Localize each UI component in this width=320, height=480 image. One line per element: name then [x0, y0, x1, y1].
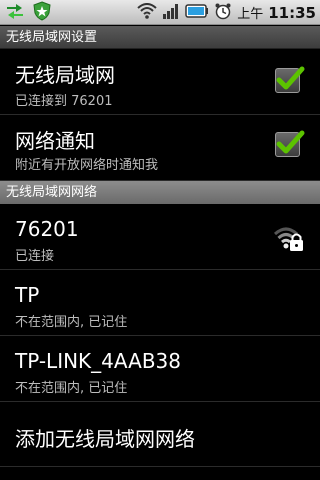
network-notification-summary: 附近有开放网络时通知我 — [15, 158, 159, 173]
network-ssid: TP — [15, 283, 40, 307]
wifi-toggle-title: 无线局域网 — [15, 63, 115, 87]
usb-debug-icon — [4, 1, 26, 25]
network-ssid: 76201 — [15, 217, 79, 241]
status-bar: 上午 11:35 — [0, 0, 320, 25]
notification-checkbox[interactable] — [275, 130, 305, 157]
add-network-button[interactable]: 添加无线局域网网络 — [0, 403, 320, 467]
wifi-checkbox[interactable] — [275, 66, 305, 93]
wifi-secured-icon — [272, 222, 306, 260]
shield-icon — [32, 0, 52, 25]
status-time: 11:35 — [268, 3, 316, 22]
status-ampm: 上午 — [237, 7, 264, 22]
cell-signal-icon — [162, 3, 180, 23]
check-icon — [276, 130, 305, 154]
network-ssid: TP-LINK_4AAB38 — [15, 349, 181, 373]
network-notification-title: 网络通知 — [15, 129, 95, 153]
add-network-label: 添加无线局域网网络 — [15, 427, 195, 451]
wifi-toggle-summary: 已连接到 76201 — [15, 94, 113, 109]
network-status: 不在范围内, 已记住 — [15, 315, 128, 330]
network-item[interactable]: TP-LINK_4AAB38 不在范围内, 已记住 — [0, 337, 320, 402]
wifi-toggle-row[interactable]: 无线局域网 已连接到 76201 — [0, 50, 320, 115]
alarm-icon — [214, 2, 232, 24]
battery-icon — [185, 3, 209, 23]
wifi-signal-icon — [137, 2, 157, 23]
page-title: 无线局域网设置 — [0, 26, 320, 49]
network-status: 不在范围内, 已记住 — [15, 381, 128, 396]
network-item[interactable]: TP 不在范围内, 已记住 — [0, 271, 320, 336]
networks-section-header: 无线局域网网络 — [0, 181, 320, 204]
network-notification-row[interactable]: 网络通知 附近有开放网络时通知我 — [0, 116, 320, 181]
check-icon — [276, 66, 305, 90]
network-status: 已连接 — [15, 249, 55, 264]
